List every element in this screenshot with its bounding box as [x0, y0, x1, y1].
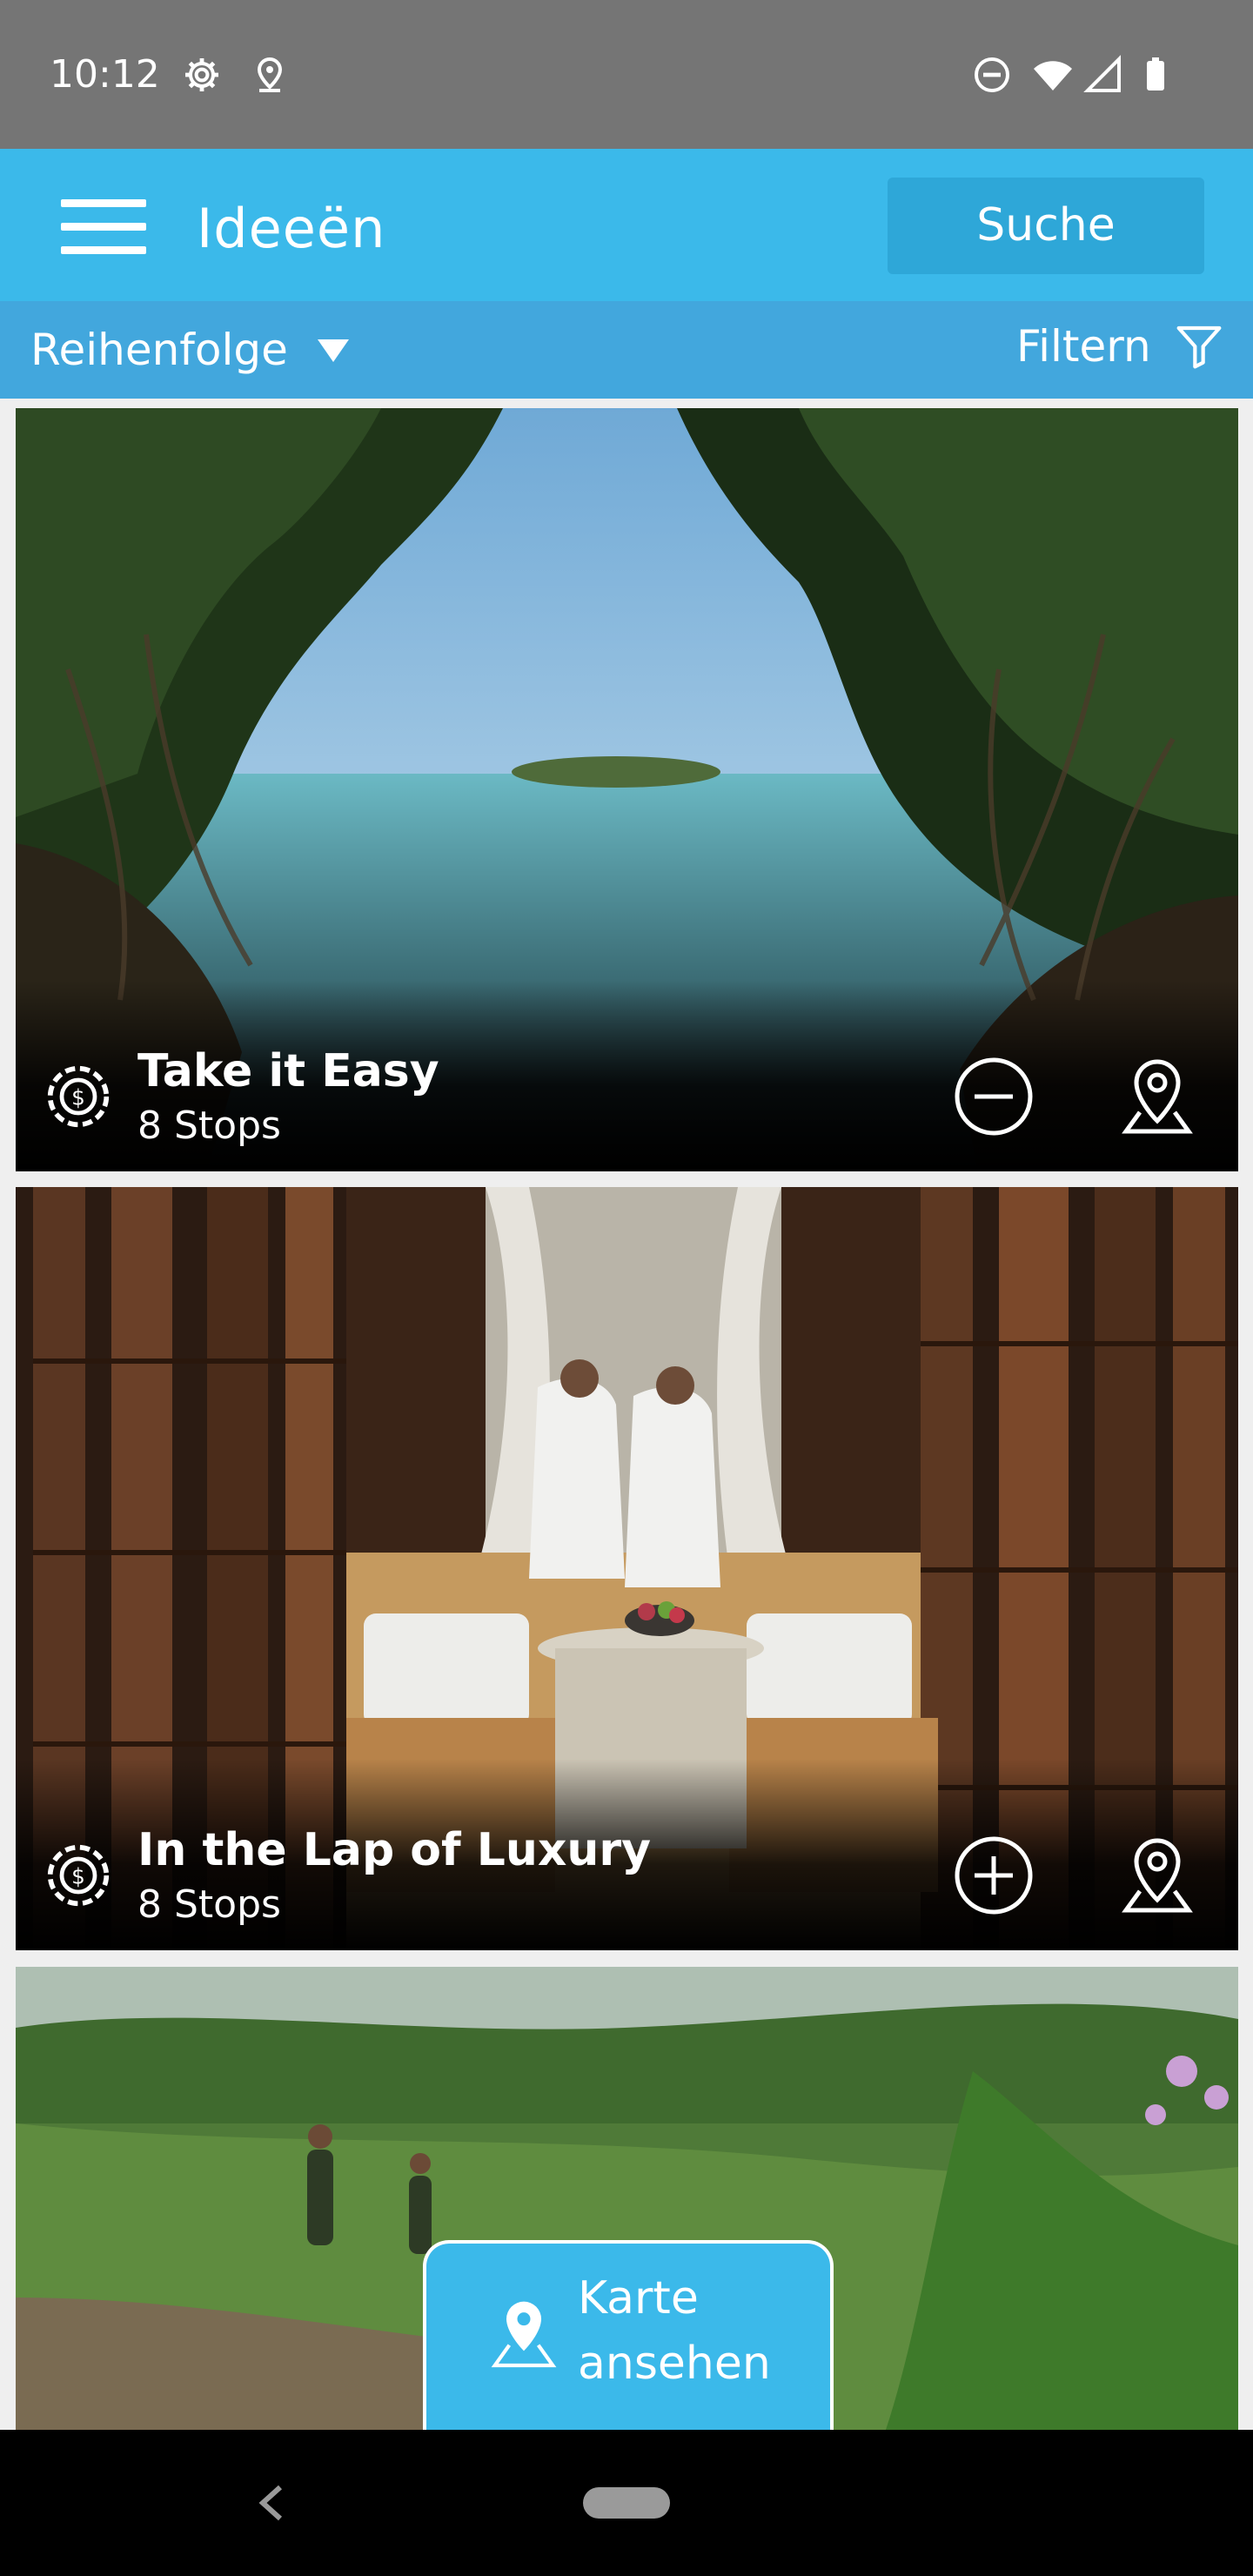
back-icon[interactable] — [252, 2482, 291, 2524]
idea-card[interactable]: $ Take it Easy 8 Stops — [16, 408, 1238, 1171]
coin-badge-icon: $ — [47, 1844, 110, 1907]
menu-line — [61, 246, 146, 254]
search-button[interactable]: Suche — [888, 178, 1204, 274]
status-bar: 10:12 — [0, 0, 1253, 149]
signal-icon — [1083, 55, 1121, 92]
status-time: 10:12 — [50, 52, 160, 97]
add-circle-icon[interactable] — [952, 1834, 1035, 1917]
caret-down-icon[interactable] — [316, 338, 351, 364]
hamburger-menu-button[interactable] — [61, 192, 146, 260]
location-icon — [257, 57, 283, 92]
filter-button[interactable]: Filtern — [1016, 319, 1151, 374]
map-pin-icon — [491, 2301, 557, 2368]
app-bar: Ideeën Suche — [0, 149, 1253, 301]
menu-line — [61, 199, 146, 207]
menu-line — [61, 223, 146, 231]
map-pin-icon[interactable] — [1116, 1055, 1199, 1138]
do-not-disturb-icon — [975, 57, 1009, 92]
view-map-label: Karte ansehen — [578, 2272, 771, 2390]
battery-icon — [1147, 57, 1164, 91]
card-title: Take it Easy — [137, 1045, 439, 1097]
sort-dropdown[interactable]: Reihenfolge — [30, 322, 288, 378]
card-subtitle: 8 Stops — [137, 1882, 281, 1927]
card-title: In the Lap of Luxury — [137, 1824, 651, 1876]
settings-icon — [185, 58, 218, 91]
page-title: Ideeën — [197, 197, 386, 260]
system-nav-bar — [0, 2430, 1253, 2576]
wifi-icon — [1034, 61, 1072, 91]
filter-icon[interactable] — [1175, 322, 1223, 371]
card-subtitle: 8 Stops — [137, 1104, 281, 1148]
remove-circle-icon[interactable] — [952, 1055, 1035, 1138]
idea-card[interactable]: $ In the Lap of Luxury 8 Stops — [16, 1187, 1238, 1950]
svg-text:$: $ — [71, 1085, 85, 1110]
svg-text:$: $ — [71, 1864, 85, 1889]
coin-badge-icon: $ — [47, 1065, 110, 1128]
sort-filter-bar: Reihenfolge Filtern — [0, 301, 1253, 399]
home-pill-button[interactable] — [583, 2487, 670, 2519]
view-map-button[interactable]: Karte ansehen — [423, 2240, 834, 2432]
map-pin-icon[interactable] — [1116, 1834, 1199, 1917]
